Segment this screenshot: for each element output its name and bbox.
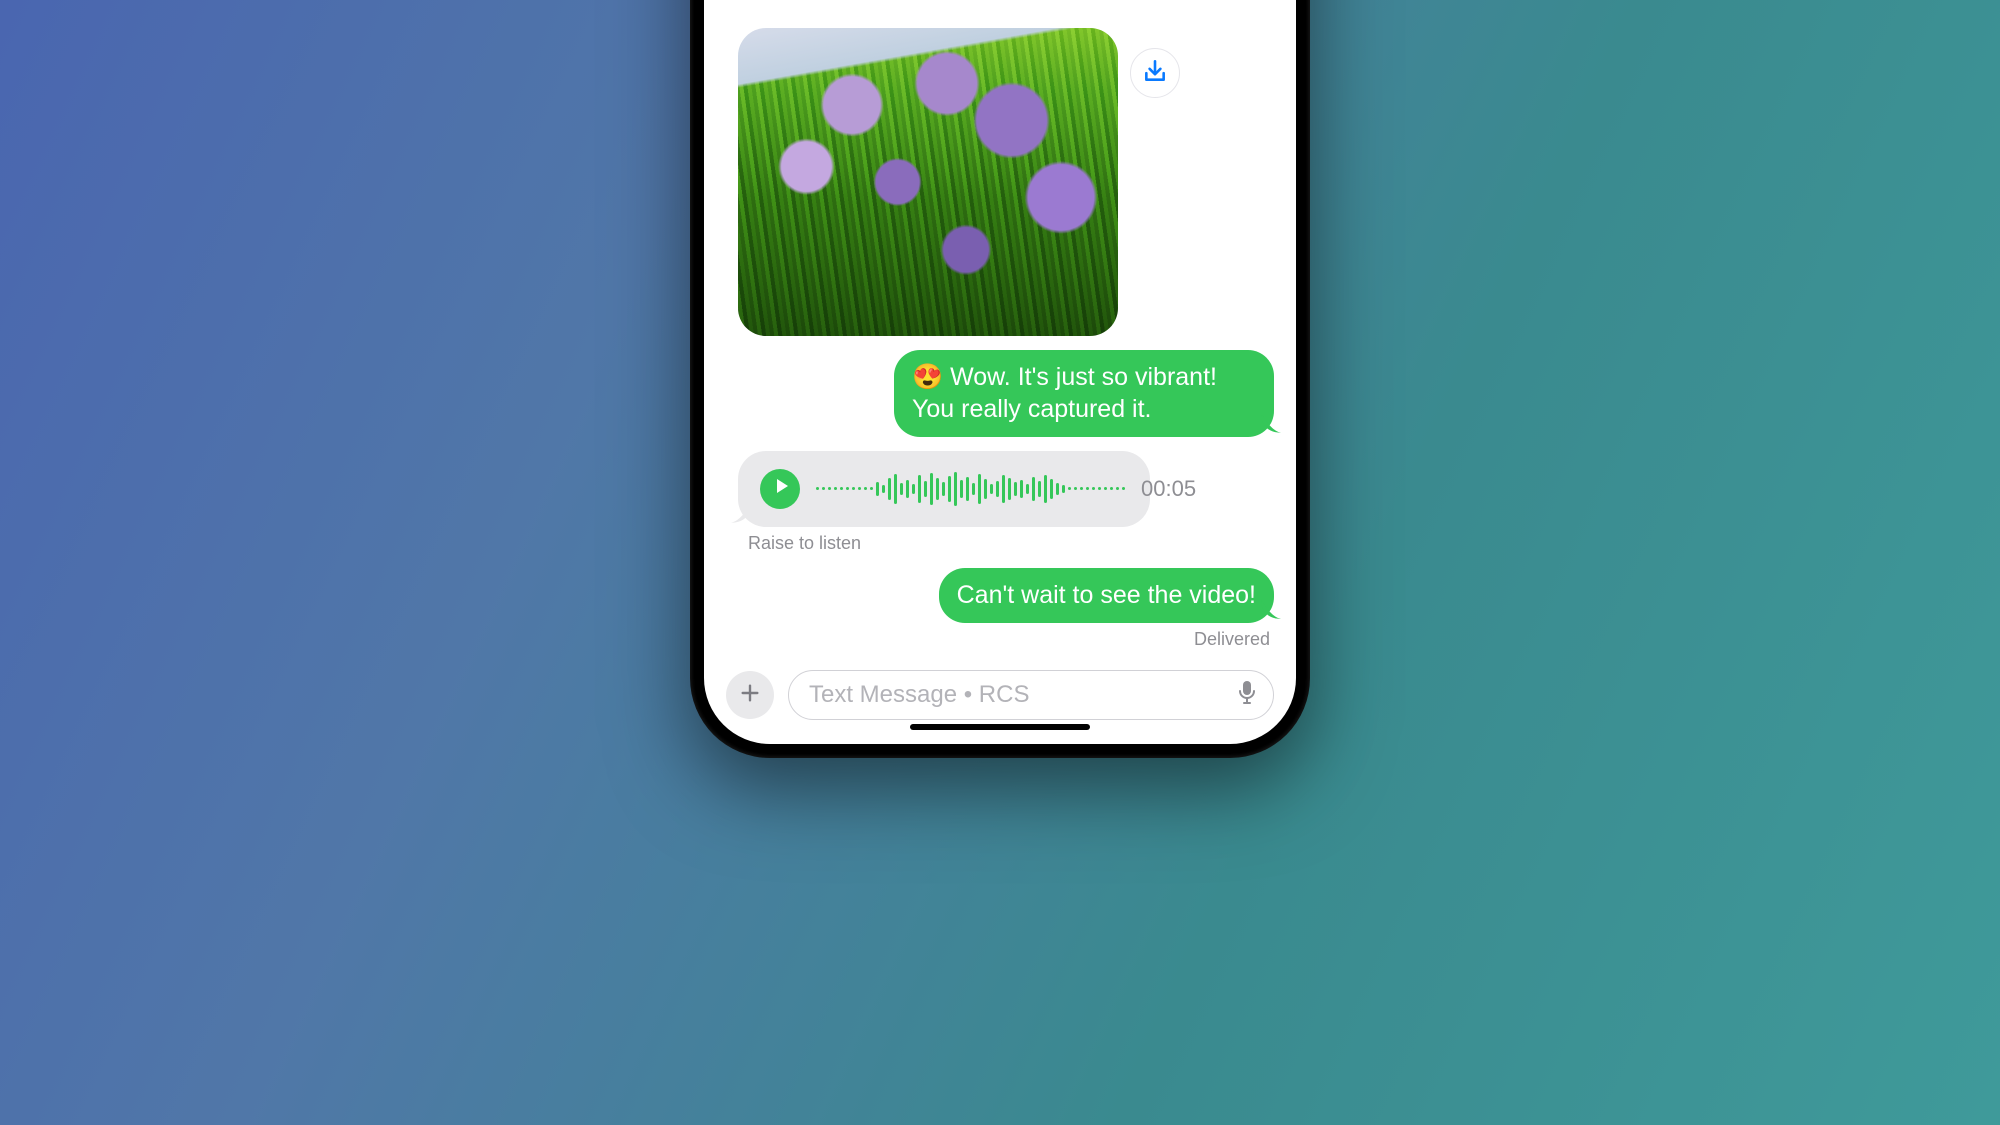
incoming-photo-row: [738, 28, 1274, 336]
input-placeholder: Text Message • RCS: [809, 681, 1029, 709]
incoming-audio-row: 00:05: [726, 451, 1274, 527]
message-text: 😍 Wow. It's just so vibrant! You really …: [912, 363, 1217, 422]
audio-duration: 00:05: [1141, 476, 1196, 502]
outgoing-row-2: Can't wait to see the video!: [726, 568, 1274, 623]
play-icon: [771, 478, 790, 499]
outgoing-message-1[interactable]: 😍 Wow. It's just so vibrant! You really …: [894, 350, 1274, 437]
home-indicator[interactable]: [910, 724, 1090, 730]
outgoing-message-2[interactable]: Can't wait to see the video!: [939, 568, 1274, 623]
microphone-icon: [1237, 681, 1257, 710]
add-attachment-button[interactable]: [726, 671, 774, 719]
photo-message[interactable]: [738, 28, 1118, 336]
input-bar: Text Message • RCS: [704, 662, 1296, 744]
download-icon: [1142, 58, 1168, 89]
delivery-status: Delivered: [726, 629, 1274, 650]
message-text: Can't wait to see the video!: [957, 581, 1256, 609]
download-button[interactable]: [1130, 48, 1180, 98]
phone-screen: 😍 Wow. It's just so vibrant! You really …: [704, 0, 1296, 744]
raise-to-listen-hint: Raise to listen: [748, 533, 1274, 554]
phone-frame: 😍 Wow. It's just so vibrant! You really …: [690, 0, 1310, 758]
audio-waveform[interactable]: [816, 469, 1125, 509]
messages-thread[interactable]: 😍 Wow. It's just so vibrant! You really …: [704, 0, 1296, 662]
audio-message[interactable]: 00:05: [738, 451, 1150, 527]
message-input[interactable]: Text Message • RCS: [788, 670, 1274, 720]
plus-icon: [739, 682, 761, 709]
play-button[interactable]: [760, 469, 800, 509]
dictation-button[interactable]: [1235, 683, 1259, 707]
outgoing-row-1: 😍 Wow. It's just so vibrant! You really …: [726, 350, 1274, 437]
